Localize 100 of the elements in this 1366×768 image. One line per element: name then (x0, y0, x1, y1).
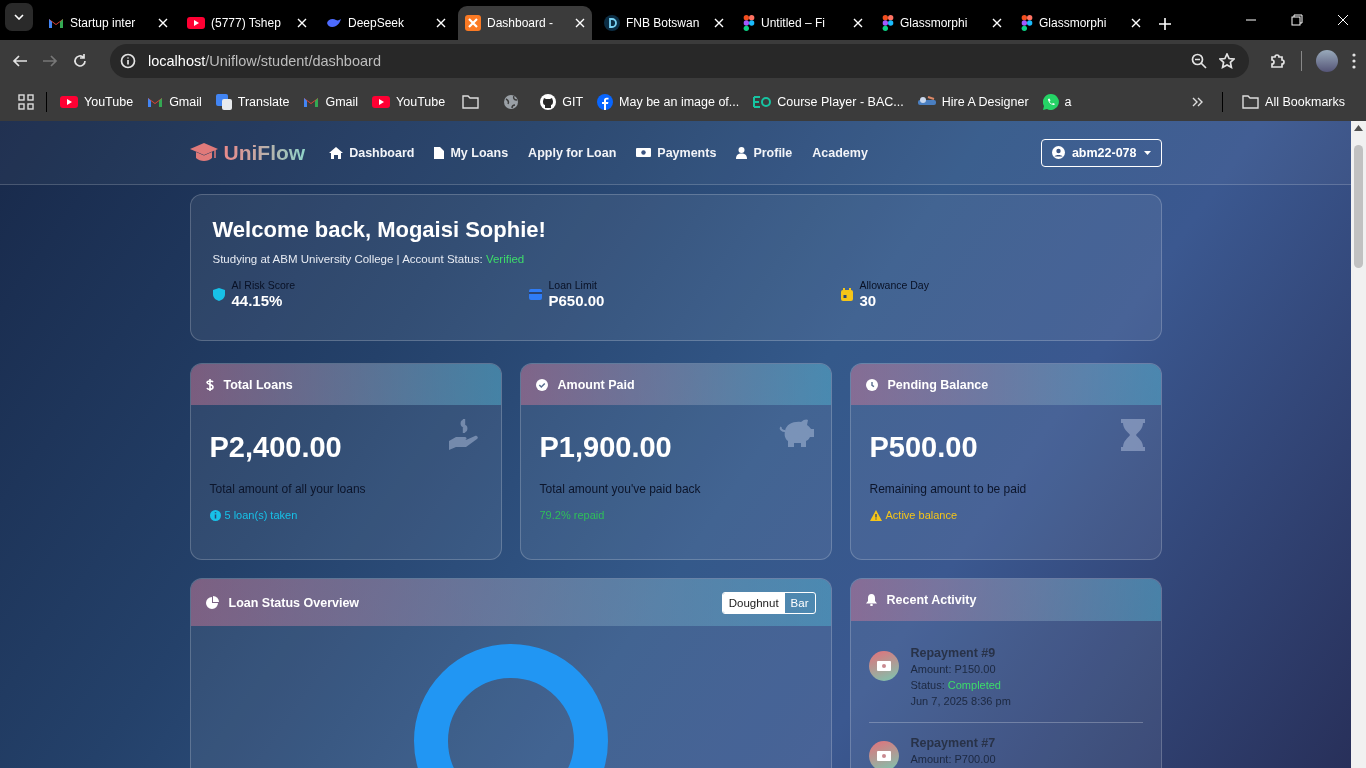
shapes-icon (743, 15, 755, 31)
browser-tab[interactable]: Untitled – Fi (736, 6, 870, 40)
file-icon (434, 146, 445, 159)
browser-tab[interactable]: Startup inter (41, 6, 175, 40)
shapes-icon (1021, 15, 1033, 31)
nav-link[interactable]: Dashboard (319, 139, 425, 166)
bookmark-link[interactable]: May be an image of... (590, 89, 747, 114)
chart-type-toggle[interactable]: Bar (784, 592, 815, 613)
browser-tab[interactable]: Glassmorphi (1014, 6, 1148, 40)
close-icon[interactable] (992, 18, 1002, 28)
stat-note: 5 loan(s) taken (224, 509, 298, 521)
stat-note: Active balance (885, 509, 958, 521)
money-icon (876, 751, 891, 761)
stat-description: Total amount of all your loans (209, 482, 367, 496)
play-icon (60, 94, 78, 109)
user-icon (736, 146, 748, 159)
close-icon[interactable] (853, 18, 863, 28)
metric-value: 44.15% (231, 292, 284, 309)
nav-link[interactable]: Academy (802, 139, 878, 166)
nav-link[interactable]: Profile (726, 139, 803, 166)
user-circle-icon (1051, 146, 1065, 159)
chart-type-toggle[interactable]: Doughnut (722, 592, 785, 613)
stat-value: P2,400.00 (209, 431, 342, 464)
avatar[interactable] (1316, 50, 1338, 72)
bookmark-link[interactable]: Translate (208, 89, 297, 114)
browser-tab[interactable]: Dashboard - (458, 6, 592, 40)
info-icon[interactable] (120, 53, 136, 69)
circle-icon (597, 93, 614, 110)
money-icon (876, 661, 891, 671)
card-title: Pending Balance (887, 377, 989, 392)
card-title: Amount Paid (557, 377, 635, 392)
address-bar[interactable]: localhost/Uniflow/student/dashboard (110, 44, 1249, 78)
reload-icon[interactable] (72, 53, 88, 69)
metric-label: AI Risk Score (231, 279, 296, 291)
warning-icon (869, 509, 882, 521)
home-icon (329, 146, 344, 159)
scroll-up-icon[interactable] (1354, 125, 1363, 131)
money-icon (636, 147, 652, 158)
play-icon (187, 16, 205, 30)
scrollbar-thumb[interactable] (1354, 145, 1363, 268)
piggy-bank-icon (778, 419, 815, 449)
metric-value: 30 (859, 292, 878, 309)
activity-amount: Amount: P150.00 (910, 662, 997, 677)
activity-title: Repayment #9 (910, 645, 997, 661)
nav-link[interactable]: Payments (626, 139, 727, 166)
bookmark-link[interactable]: Gmail (140, 89, 209, 114)
globe-icon[interactable] (503, 93, 520, 110)
play-icon (372, 94, 391, 109)
close-icon[interactable] (436, 18, 446, 28)
stat-value: P1,900.00 (539, 431, 672, 464)
user-menu-button[interactable]: abm22-078 (1040, 138, 1162, 167)
browser-tab[interactable]: Glassmorphi (875, 6, 1009, 40)
close-icon[interactable] (1131, 18, 1141, 28)
bookmark-link[interactable]: Course Player - BAC... (746, 90, 911, 113)
activity-date: Jun 7, 2025 8:36 pm (910, 694, 1011, 709)
chevron-down-icon (14, 14, 24, 20)
close-icon[interactable] (575, 18, 585, 28)
bookmark-folder[interactable]: All Bookmarks (1235, 90, 1352, 113)
bookmark-link[interactable]: a (1035, 89, 1079, 114)
back-icon[interactable] (12, 53, 28, 69)
check-circle-icon (535, 378, 548, 391)
bookmark-link[interactable]: GIT (533, 89, 591, 114)
bookmark-link[interactable]: YouTube (53, 90, 141, 113)
cat-icon (540, 93, 557, 110)
menu-icon[interactable] (1352, 53, 1356, 69)
folder-icon[interactable] (462, 94, 480, 109)
card-title: Recent Activity (886, 593, 977, 607)
folder-icon (1242, 94, 1260, 109)
new-tab-icon[interactable] (1159, 18, 1171, 30)
pie-chart-icon (205, 596, 219, 609)
browser-tab[interactable]: (5777) Tshep (180, 6, 314, 40)
nav-link[interactable]: Apply for Loan (518, 139, 627, 166)
chevron-double-right-icon[interactable] (1192, 96, 1205, 107)
bookmark-link[interactable]: Hire A Designer (910, 90, 1036, 113)
star-icon[interactable] (1219, 53, 1235, 69)
apps-icon[interactable] (18, 93, 34, 110)
clock-icon (865, 378, 878, 391)
close-icon[interactable] (158, 18, 168, 28)
metric-value: P650.00 (548, 292, 605, 309)
stat-value: P500.00 (869, 431, 978, 464)
browser-tab[interactable]: FNB Botswan (597, 6, 731, 40)
bookmark-link[interactable]: YouTube (365, 90, 453, 113)
stat-description: Total amount you've paid back (539, 482, 702, 496)
close-icon[interactable] (714, 18, 724, 28)
browser-tab[interactable]: DeepSeek (319, 6, 453, 40)
card-title: Total Loans (223, 377, 293, 392)
close-icon[interactable] (297, 18, 307, 28)
account-status-text: Studying at ABM University College | Account Status: Verified (212, 253, 526, 265)
caret-icon (1143, 150, 1151, 155)
bookmark-link[interactable]: Gmail (296, 89, 366, 114)
info-icon (209, 509, 221, 521)
translate-icon (215, 93, 232, 110)
stat-note: 79.2% repaid (539, 509, 605, 521)
hourglass-icon (1120, 419, 1145, 451)
tab-search-button[interactable] (5, 3, 33, 31)
forward-icon[interactable] (42, 53, 58, 69)
bell-icon (865, 594, 877, 606)
nav-link[interactable]: My Loans (424, 139, 519, 166)
extensions-icon[interactable] (1269, 52, 1287, 70)
zoom-out-icon[interactable] (1191, 53, 1207, 69)
